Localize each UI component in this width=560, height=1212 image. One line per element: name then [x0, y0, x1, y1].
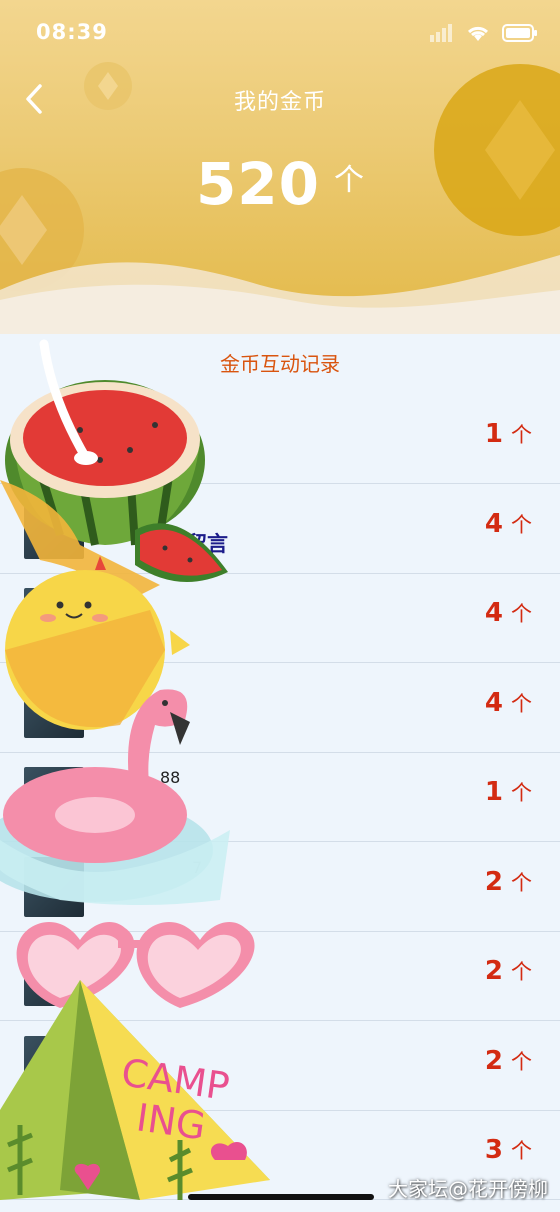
avatar	[24, 857, 84, 917]
avatar	[24, 767, 84, 827]
record-amount-number: 4	[484, 598, 503, 628]
record-amount: 4个	[485, 688, 532, 718]
record-amount-number: 1	[484, 419, 503, 449]
coin-record-list: 金币互动记录 88 1个 留言 4个 4个 4个 88 1个 7 2个 2 个 …	[0, 334, 560, 1212]
record-amount: 4个	[485, 598, 532, 628]
home-indicator	[188, 1194, 374, 1200]
coin-balance: 520 个	[0, 150, 560, 218]
avatar	[24, 1125, 84, 1185]
record-amount-unit: 个	[511, 692, 532, 716]
record-amount-unit: 个	[511, 960, 532, 984]
avatar	[24, 588, 84, 648]
record-amount-unit: 个	[511, 513, 532, 537]
avatar	[24, 409, 84, 469]
record-amount: 1个	[485, 777, 532, 807]
signal-icon	[430, 24, 452, 42]
record-name: 88	[160, 408, 181, 427]
record-row[interactable]: 4个	[0, 663, 560, 753]
record-amount-number: 3	[484, 1135, 503, 1165]
watermark: 大家坛@花开傍柳	[388, 1177, 548, 1201]
avatar	[24, 678, 84, 738]
record-amount-number: 2	[484, 867, 503, 897]
status-time: 08:39	[36, 20, 108, 44]
record-row[interactable]: 4个	[0, 573, 560, 663]
record-amount: 2个	[485, 867, 532, 897]
status-icons	[430, 22, 538, 44]
record-amount-unit: 个	[511, 602, 532, 626]
record-amount-number: 2	[484, 1046, 503, 1076]
avatar	[24, 499, 84, 559]
avatar	[24, 1036, 84, 1096]
section-title: 金币互动记录	[220, 352, 340, 376]
record-amount-number: 4	[484, 509, 503, 539]
record-amount-unit: 个	[511, 871, 532, 895]
record-name: 7	[192, 858, 203, 877]
coin-header: 08:39 我的金币 520 个	[0, 0, 560, 334]
record-amount: 3个	[485, 1135, 532, 1165]
record-amount: 2个	[485, 1046, 532, 1076]
record-amount-number: 4	[484, 688, 503, 718]
record-row[interactable]: 留言 4个	[0, 484, 560, 574]
record-row[interactable]: 88 1个	[0, 394, 560, 484]
record-amount: 4个	[485, 509, 532, 539]
record-amount: 2个	[485, 956, 532, 986]
record-amount-unit: 个	[511, 781, 532, 805]
battery-icon	[502, 24, 537, 42]
record-amount: 1个	[485, 419, 532, 449]
record-desc: 留言	[186, 532, 228, 556]
record-amount-number: 1	[484, 777, 503, 807]
status-bar: 08:39	[0, 0, 560, 66]
page-title: 我的金币	[233, 90, 326, 115]
record-amount-number: 2	[484, 956, 503, 986]
record-row[interactable]: 7 2个	[0, 842, 560, 932]
record-amount-unit: 个	[511, 1139, 532, 1163]
coin-balance-number: 520	[195, 150, 321, 218]
record-name: 88	[160, 768, 181, 787]
avatar	[24, 946, 84, 1006]
record-row[interactable]: 2个	[0, 1021, 560, 1111]
record-amount-unit: 个	[511, 423, 532, 447]
record-row[interactable]: 88 1个	[0, 752, 560, 842]
coin-balance-unit: 个	[334, 163, 365, 198]
record-amount-unit: 个	[511, 1050, 532, 1074]
wifi-icon	[467, 26, 489, 41]
record-row[interactable]: 2个	[0, 931, 560, 1021]
